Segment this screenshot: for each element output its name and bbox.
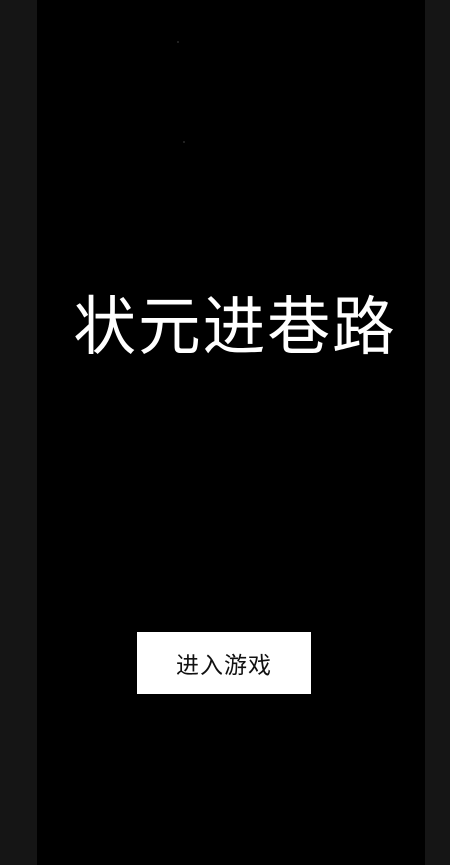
left-letterbox-bar <box>0 0 37 865</box>
game-window: 状元进巷路 进入游戏 <box>0 0 450 865</box>
right-letterbox-bar <box>425 0 450 865</box>
game-stage: 状元进巷路 进入游戏 <box>37 0 425 865</box>
background-speck <box>177 41 179 43</box>
background-speck <box>183 141 185 143</box>
game-title-logo: 状元进巷路 <box>73 291 397 365</box>
enter-game-button[interactable]: 进入游戏 <box>137 632 311 694</box>
